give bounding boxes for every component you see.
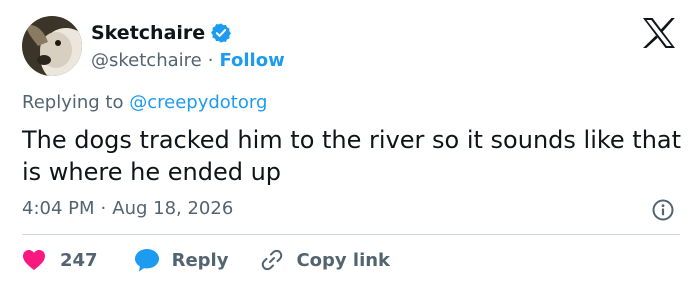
display-name[interactable]: Sketchaire bbox=[91, 22, 205, 44]
divider bbox=[22, 234, 680, 235]
avatar-dog-image bbox=[22, 16, 82, 76]
handle[interactable]: @sketchaire bbox=[91, 50, 202, 71]
tweet-text: The dogs tracked him to the river so it … bbox=[22, 126, 682, 186]
like-button[interactable]: 247 bbox=[22, 249, 98, 271]
copy-link-label: Copy link bbox=[296, 249, 391, 271]
tweet-timestamp[interactable]: 4:04 PM · Aug 18, 2026 bbox=[22, 198, 233, 219]
tweet-date: Aug 18, 2026 bbox=[112, 198, 234, 219]
heart-icon bbox=[23, 250, 45, 270]
author-name-row: Sketchaire bbox=[91, 20, 232, 46]
x-logo-icon[interactable] bbox=[641, 17, 677, 49]
tweet-time: 4:04 PM bbox=[22, 198, 95, 219]
replying-to-line: Replying to @creepydotorg bbox=[22, 92, 267, 113]
verified-badge-icon bbox=[210, 22, 232, 44]
replying-to-mention[interactable]: @creepydotorg bbox=[129, 92, 267, 113]
reply-button[interactable]: Reply bbox=[134, 248, 229, 272]
speech-bubble-icon bbox=[134, 249, 159, 272]
info-icon[interactable] bbox=[651, 198, 675, 222]
copy-link-button[interactable]: Copy link bbox=[260, 248, 390, 272]
reply-label: Reply bbox=[171, 249, 229, 271]
replying-to-label: Replying to bbox=[22, 92, 124, 113]
follow-button[interactable]: Follow bbox=[219, 50, 284, 71]
action-bar: 247 Reply Copy link bbox=[22, 246, 390, 274]
author-handle-row: @sketchaire · Follow bbox=[91, 47, 285, 73]
separator-dot: · bbox=[207, 49, 214, 71]
timestamp-separator: · bbox=[100, 198, 107, 219]
tweet-card: Sketchaire @sketchaire · Follow Replying… bbox=[0, 0, 700, 287]
link-icon bbox=[262, 249, 283, 271]
like-count: 247 bbox=[60, 249, 98, 271]
avatar[interactable] bbox=[22, 16, 82, 76]
